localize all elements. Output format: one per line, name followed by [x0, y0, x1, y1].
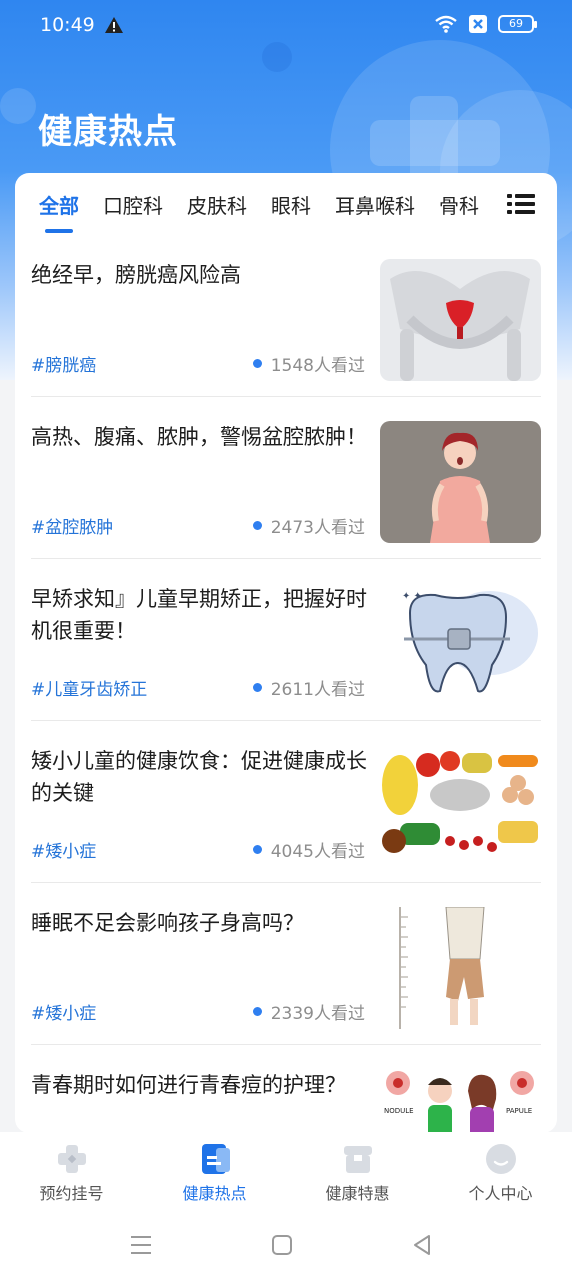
article-item[interactable]: 绝经早，膀胱癌风险高 #膀胱癌 1548人看过: [31, 235, 541, 397]
views-dot-icon: [252, 1007, 262, 1016]
article-tag[interactable]: #盆腔脓肿: [31, 513, 113, 538]
papule-label: PAPULE: [506, 1107, 532, 1115]
article-tag[interactable]: #矮小症: [31, 999, 96, 1024]
tab-ophthalmology[interactable]: 眼科: [271, 190, 311, 219]
tab-orthopedics[interactable]: 骨科: [439, 190, 479, 219]
battery-indicator: 69: [498, 15, 537, 33]
nav-health-deals[interactable]: 健康特惠: [286, 1132, 429, 1214]
home-icon[interactable]: [272, 1234, 292, 1256]
news-icon: [201, 1144, 230, 1174]
views-dot-icon: [252, 359, 262, 368]
app-screen: 10:49 69 健康热点 全部 口腔科 皮肤科 眼科 耳鼻喉科 骨科 绝经早，…: [0, 0, 572, 1280]
nav-label: 健康特惠: [325, 1184, 390, 1203]
article-title: 青春期时如何进行青春痘的护理？: [31, 1073, 346, 1097]
food-illustration: [380, 745, 541, 867]
back-icon[interactable]: [412, 1234, 432, 1256]
article-item[interactable]: 早矫求知』儿童早期矫正，把握好时机很重要！ #儿童牙齿矫正 2611人看过 ✦ …: [31, 559, 541, 721]
user-icon: [485, 1144, 516, 1174]
article-views: 2473人看过: [252, 513, 365, 538]
tab-dermatology[interactable]: 皮肤科: [187, 190, 247, 219]
article-thumbnail: [380, 907, 541, 1029]
nav-label: 个人中心: [468, 1184, 533, 1203]
views-count: 2339人看过: [270, 1004, 365, 1024]
pelvis-illustration: [380, 259, 541, 381]
bottom-navigation: 预约挂号 健康热点 健康特惠 个人中心: [0, 1132, 572, 1214]
nav-appointment[interactable]: 预约挂号: [0, 1132, 143, 1214]
tab-ent[interactable]: 耳鼻喉科: [335, 190, 415, 219]
article-title: 绝经早，膀胱癌风险高: [31, 263, 241, 287]
warning-icon: [105, 17, 123, 33]
article-thumbnail: [380, 745, 541, 867]
acne-illustration: NODULE PAPULE: [380, 1069, 541, 1133]
article-title: 睡眠不足会影响孩子身高吗？: [31, 911, 304, 935]
article-title: 矮小儿童的健康饮食：促进健康成长的关键: [31, 749, 367, 805]
sim-off-icon: [469, 15, 487, 33]
nav-health-news[interactable]: 健康热点: [143, 1132, 286, 1214]
article-thumbnail: [380, 421, 541, 543]
nav-profile[interactable]: 个人中心: [429, 1132, 572, 1214]
status-icons: 69: [434, 14, 537, 34]
article-tag[interactable]: #膀胱癌: [31, 351, 96, 376]
nav-label: 健康热点: [182, 1184, 247, 1203]
article-views: 1548人看过: [252, 351, 365, 376]
hospital-icon: [57, 1145, 86, 1173]
article-item[interactable]: 高热、腹痛、脓肿，警惕盆腔脓肿！ #盆腔脓肿 2473人看过: [31, 397, 541, 559]
tooth-braces-illustration: ✦ ✦: [380, 583, 541, 705]
nav-label: 预约挂号: [39, 1184, 104, 1203]
woman-illustration: [380, 421, 541, 543]
article-item[interactable]: 青春期时如何进行青春痘的护理？ NODULE PAPULE: [31, 1045, 541, 1133]
wifi-icon: [435, 15, 457, 33]
article-views: 2611人看过: [252, 675, 365, 700]
gift-icon: [343, 1146, 372, 1173]
system-navigation-bar: [0, 1214, 572, 1280]
article-views: 4045人看过: [252, 837, 365, 862]
article-thumbnail: NODULE PAPULE: [380, 1069, 541, 1133]
menu-icon[interactable]: [130, 1234, 152, 1256]
article-thumbnail: ✦ ✦: [380, 583, 541, 705]
views-count: 2611人看过: [270, 680, 365, 700]
article-views: 2339人看过: [252, 999, 365, 1024]
views-count: 1548人看过: [270, 356, 365, 376]
tab-all[interactable]: 全部: [39, 190, 79, 233]
article-title: 早矫求知』儿童早期矫正，把握好时机很重要！: [31, 587, 367, 643]
article-tag[interactable]: #矮小症: [31, 837, 96, 862]
status-time: 10:49: [40, 14, 95, 36]
views-dot-icon: [252, 683, 262, 692]
article-item[interactable]: 睡眠不足会影响孩子身高吗？ #矮小症 2339人看过: [31, 883, 541, 1045]
article-thumbnail: [380, 259, 541, 381]
views-dot-icon: [252, 521, 262, 530]
category-tabs: 全部 口腔科 皮肤科 眼科 耳鼻喉科 骨科: [15, 173, 557, 235]
nodule-label: NODULE: [384, 1107, 414, 1115]
article-tag[interactable]: #儿童牙齿矫正: [31, 675, 147, 700]
category-menu-icon[interactable]: [507, 193, 535, 215]
tab-dental[interactable]: 口腔科: [103, 190, 163, 219]
views-dot-icon: [252, 845, 262, 854]
article-item[interactable]: 矮小儿童的健康饮食：促进健康成长的关键 #矮小症 4045人看过: [31, 721, 541, 883]
views-count: 4045人看过: [270, 842, 365, 862]
article-card: 全部 口腔科 皮肤科 眼科 耳鼻喉科 骨科 绝经早，膀胱癌风险高 #膀胱癌 15…: [15, 173, 557, 1133]
svg-text:✦ ✦: ✦ ✦: [402, 591, 422, 602]
status-bar: 10:49 69: [0, 0, 572, 52]
article-title: 高热、腹痛、脓肿，警惕盆腔脓肿！: [31, 425, 367, 449]
views-count: 2473人看过: [270, 518, 365, 538]
child-height-illustration: [380, 907, 541, 1029]
page-title: 健康热点: [38, 112, 178, 152]
